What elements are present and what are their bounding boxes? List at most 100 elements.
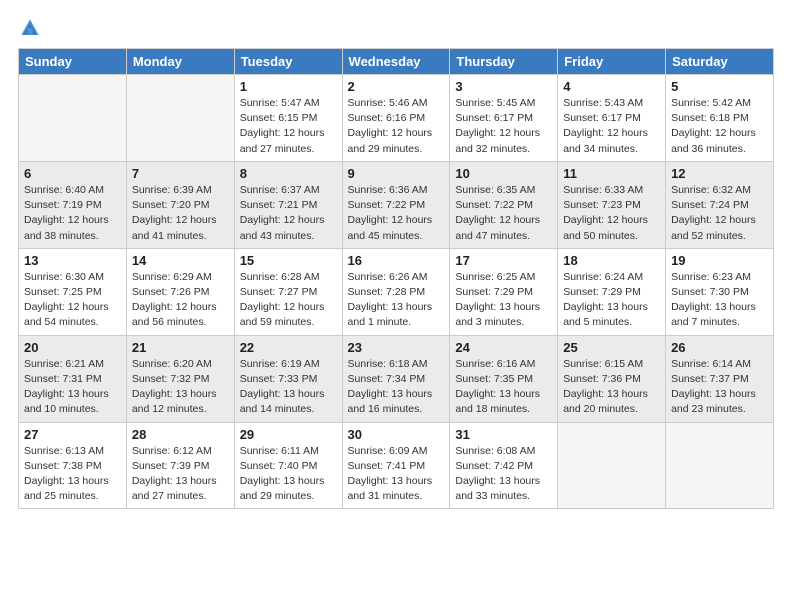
day-number: 9 — [348, 166, 445, 181]
calendar-cell: 7 Sunrise: 6:39 AM Sunset: 7:20 PM Daylig… — [126, 161, 234, 248]
logo — [18, 16, 46, 40]
week-row-2: 6 Sunrise: 6:40 AM Sunset: 7:19 PM Daylig… — [19, 161, 774, 248]
calendar-cell: 11 Sunrise: 6:33 AM Sunset: 7:23 PM Dayli… — [558, 161, 666, 248]
day-info: Sunrise: 6:37 AM Sunset: 7:21 PM Dayligh… — [240, 183, 337, 244]
day-info: Sunrise: 6:39 AM Sunset: 7:20 PM Dayligh… — [132, 183, 229, 244]
day-number: 3 — [455, 79, 552, 94]
calendar-cell: 21 Sunrise: 6:20 AM Sunset: 7:32 PM Dayli… — [126, 335, 234, 422]
day-number: 21 — [132, 340, 229, 355]
calendar-cell — [126, 75, 234, 162]
day-info: Sunrise: 5:47 AM Sunset: 6:15 PM Dayligh… — [240, 96, 337, 157]
weekday-header-wednesday: Wednesday — [342, 49, 450, 75]
calendar-cell: 5Sunrise: 5:42 AM Sunset: 6:18 PM Daylig… — [666, 75, 774, 162]
calendar-cell: 3 Sunrise: 5:45 AM Sunset: 6:17 PM Daylig… — [450, 75, 558, 162]
weekday-header-saturday: Saturday — [666, 49, 774, 75]
day-info: Sunrise: 5:45 AM Sunset: 6:17 PM Dayligh… — [455, 96, 552, 157]
day-number: 11 — [563, 166, 660, 181]
day-number: 23 — [348, 340, 445, 355]
day-number: 12 — [671, 166, 768, 181]
weekday-header-sunday: Sunday — [19, 49, 127, 75]
calendar-cell: 31Sunrise: 6:08 AM Sunset: 7:42 PM Dayli… — [450, 422, 558, 509]
page: SundayMondayTuesdayWednesdayThursdayFrid… — [0, 0, 792, 612]
calendar-cell: 19Sunrise: 6:23 AM Sunset: 7:30 PM Dayli… — [666, 248, 774, 335]
day-number: 28 — [132, 427, 229, 442]
calendar-cell: 17 Sunrise: 6:25 AM Sunset: 7:29 PM Dayli… — [450, 248, 558, 335]
weekday-header-friday: Friday — [558, 49, 666, 75]
calendar-cell: 1 Sunrise: 5:47 AM Sunset: 6:15 PM Daylig… — [234, 75, 342, 162]
day-info: Sunrise: 6:32 AM Sunset: 7:24 PM Dayligh… — [671, 183, 768, 244]
calendar-cell: 22 Sunrise: 6:19 AM Sunset: 7:33 PM Dayli… — [234, 335, 342, 422]
day-info: Sunrise: 6:23 AM Sunset: 7:30 PM Dayligh… — [671, 270, 768, 331]
day-number: 26 — [671, 340, 768, 355]
day-info: Sunrise: 6:25 AM Sunset: 7:29 PM Dayligh… — [455, 270, 552, 331]
calendar-cell: 18 Sunrise: 6:24 AM Sunset: 7:29 PM Dayli… — [558, 248, 666, 335]
day-info: Sunrise: 6:40 AM Sunset: 7:19 PM Dayligh… — [24, 183, 121, 244]
day-number: 8 — [240, 166, 337, 181]
day-info: Sunrise: 6:09 AM Sunset: 7:41 PM Dayligh… — [348, 444, 445, 505]
weekday-header-tuesday: Tuesday — [234, 49, 342, 75]
day-info: Sunrise: 6:35 AM Sunset: 7:22 PM Dayligh… — [455, 183, 552, 244]
calendar-cell: 30 Sunrise: 6:09 AM Sunset: 7:41 PM Dayli… — [342, 422, 450, 509]
day-number: 17 — [455, 253, 552, 268]
day-info: Sunrise: 5:42 AM Sunset: 6:18 PM Dayligh… — [671, 96, 768, 157]
calendar-cell: 2Sunrise: 5:46 AM Sunset: 6:16 PM Daylig… — [342, 75, 450, 162]
logo-icon — [18, 16, 42, 40]
day-info: Sunrise: 6:26 AM Sunset: 7:28 PM Dayligh… — [348, 270, 445, 331]
day-number: 25 — [563, 340, 660, 355]
calendar-table: SundayMondayTuesdayWednesdayThursdayFrid… — [18, 48, 774, 509]
day-info: Sunrise: 6:14 AM Sunset: 7:37 PM Dayligh… — [671, 357, 768, 418]
calendar-cell: 26 Sunrise: 6:14 AM Sunset: 7:37 PM Dayli… — [666, 335, 774, 422]
weekday-header-monday: Monday — [126, 49, 234, 75]
day-number: 15 — [240, 253, 337, 268]
week-row-5: 27 Sunrise: 6:13 AM Sunset: 7:38 PM Dayli… — [19, 422, 774, 509]
calendar-cell: 13Sunrise: 6:30 AM Sunset: 7:25 PM Dayli… — [19, 248, 127, 335]
day-number: 1 — [240, 79, 337, 94]
calendar-cell — [666, 422, 774, 509]
day-info: Sunrise: 6:11 AM Sunset: 7:40 PM Dayligh… — [240, 444, 337, 505]
day-number: 22 — [240, 340, 337, 355]
weekday-header-thursday: Thursday — [450, 49, 558, 75]
day-number: 4 — [563, 79, 660, 94]
weekday-header-row: SundayMondayTuesdayWednesdayThursdayFrid… — [19, 49, 774, 75]
day-number: 6 — [24, 166, 121, 181]
calendar-cell: 23 Sunrise: 6:18 AM Sunset: 7:34 PM Dayli… — [342, 335, 450, 422]
day-number: 14 — [132, 253, 229, 268]
calendar-cell: 29 Sunrise: 6:11 AM Sunset: 7:40 PM Dayli… — [234, 422, 342, 509]
day-info: Sunrise: 6:13 AM Sunset: 7:38 PM Dayligh… — [24, 444, 121, 505]
day-info: Sunrise: 6:19 AM Sunset: 7:33 PM Dayligh… — [240, 357, 337, 418]
header — [18, 16, 774, 40]
calendar-cell: 16 Sunrise: 6:26 AM Sunset: 7:28 PM Dayli… — [342, 248, 450, 335]
day-number: 2 — [348, 79, 445, 94]
week-row-1: 1 Sunrise: 5:47 AM Sunset: 6:15 PM Daylig… — [19, 75, 774, 162]
day-number: 29 — [240, 427, 337, 442]
calendar-cell — [19, 75, 127, 162]
day-info: Sunrise: 6:20 AM Sunset: 7:32 PM Dayligh… — [132, 357, 229, 418]
day-number: 27 — [24, 427, 121, 442]
day-number: 7 — [132, 166, 229, 181]
calendar-cell: 27 Sunrise: 6:13 AM Sunset: 7:38 PM Dayli… — [19, 422, 127, 509]
calendar-cell: 25 Sunrise: 6:15 AM Sunset: 7:36 PM Dayli… — [558, 335, 666, 422]
calendar-cell — [558, 422, 666, 509]
day-info: Sunrise: 6:36 AM Sunset: 7:22 PM Dayligh… — [348, 183, 445, 244]
day-info: Sunrise: 6:21 AM Sunset: 7:31 PM Dayligh… — [24, 357, 121, 418]
week-row-4: 20Sunrise: 6:21 AM Sunset: 7:31 PM Dayli… — [19, 335, 774, 422]
day-number: 30 — [348, 427, 445, 442]
day-info: Sunrise: 6:16 AM Sunset: 7:35 PM Dayligh… — [455, 357, 552, 418]
day-number: 16 — [348, 253, 445, 268]
calendar-cell: 20Sunrise: 6:21 AM Sunset: 7:31 PM Dayli… — [19, 335, 127, 422]
calendar-cell: 14Sunrise: 6:29 AM Sunset: 7:26 PM Dayli… — [126, 248, 234, 335]
week-row-3: 13Sunrise: 6:30 AM Sunset: 7:25 PM Dayli… — [19, 248, 774, 335]
day-info: Sunrise: 6:33 AM Sunset: 7:23 PM Dayligh… — [563, 183, 660, 244]
day-info: Sunrise: 6:18 AM Sunset: 7:34 PM Dayligh… — [348, 357, 445, 418]
day-number: 13 — [24, 253, 121, 268]
day-info: Sunrise: 6:12 AM Sunset: 7:39 PM Dayligh… — [132, 444, 229, 505]
calendar-cell: 6 Sunrise: 6:40 AM Sunset: 7:19 PM Daylig… — [19, 161, 127, 248]
calendar-cell: 8 Sunrise: 6:37 AM Sunset: 7:21 PM Daylig… — [234, 161, 342, 248]
day-info: Sunrise: 6:08 AM Sunset: 7:42 PM Dayligh… — [455, 444, 552, 505]
day-info: Sunrise: 6:24 AM Sunset: 7:29 PM Dayligh… — [563, 270, 660, 331]
calendar-cell: 9 Sunrise: 6:36 AM Sunset: 7:22 PM Daylig… — [342, 161, 450, 248]
day-number: 18 — [563, 253, 660, 268]
day-number: 24 — [455, 340, 552, 355]
day-info: Sunrise: 6:28 AM Sunset: 7:27 PM Dayligh… — [240, 270, 337, 331]
day-info: Sunrise: 6:15 AM Sunset: 7:36 PM Dayligh… — [563, 357, 660, 418]
